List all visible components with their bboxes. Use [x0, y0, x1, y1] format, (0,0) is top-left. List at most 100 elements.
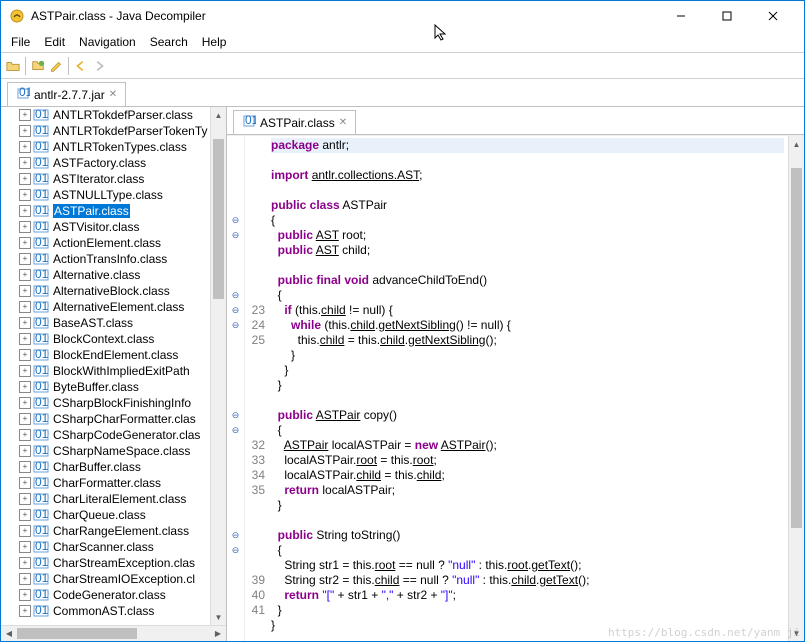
expand-icon[interactable]: +	[19, 381, 31, 393]
tree-item[interactable]: +010CharStreamIOException.cl	[1, 571, 210, 587]
expand-icon[interactable]: +	[19, 573, 31, 585]
code-line[interactable]: localASTPair.root = this.root;	[271, 453, 784, 468]
code-line[interactable]: return localASTPair;	[271, 483, 784, 498]
expand-icon[interactable]: +	[19, 365, 31, 377]
expand-icon[interactable]: +	[19, 509, 31, 521]
tab-jar[interactable]: 010 antlr-2.7.7.jar ✕	[7, 82, 126, 106]
expand-icon[interactable]: +	[19, 461, 31, 473]
code-line[interactable]: this.child = this.child.getNextSibling()…	[271, 333, 784, 348]
code-line[interactable]: }	[271, 603, 784, 618]
tree-item[interactable]: +010CharFormatter.class	[1, 475, 210, 491]
maximize-button[interactable]	[704, 1, 750, 31]
tree-item[interactable]: +010ByteBuffer.class	[1, 379, 210, 395]
scroll-down-arrow-icon[interactable]: ▼	[211, 609, 226, 625]
scroll-up-arrow-icon[interactable]: ▲	[789, 136, 804, 152]
expand-icon[interactable]: +	[19, 557, 31, 569]
close-icon[interactable]: ✕	[109, 89, 117, 100]
tree-item[interactable]: +010CharStreamException.clas	[1, 555, 210, 571]
tree-item[interactable]: +010ASTVisitor.class	[1, 219, 210, 235]
expand-icon[interactable]: +	[19, 429, 31, 441]
expand-icon[interactable]: +	[19, 301, 31, 313]
code-line[interactable]: if (this.child != null) {	[271, 303, 784, 318]
expand-icon[interactable]: +	[19, 525, 31, 537]
close-button[interactable]	[750, 1, 796, 31]
code-line[interactable]: }	[271, 348, 784, 363]
tree-scrollbar-h[interactable]: ◀ ▶	[1, 625, 226, 641]
expand-icon[interactable]: +	[19, 237, 31, 249]
tree-item[interactable]: +010CharLiteralElement.class	[1, 491, 210, 507]
tree-scrollbar-v[interactable]: ▲ ▼	[210, 107, 226, 625]
minimize-button[interactable]	[658, 1, 704, 31]
tree-item[interactable]: +010CSharpCharFormatter.clas	[1, 411, 210, 427]
expand-icon[interactable]: +	[19, 173, 31, 185]
expand-icon[interactable]: +	[19, 541, 31, 553]
tree-item[interactable]: +010CommonAST.class	[1, 603, 210, 619]
tree-item[interactable]: +010AlternativeElement.class	[1, 299, 210, 315]
expand-icon[interactable]: +	[19, 477, 31, 489]
tree-item[interactable]: +010CSharpCodeGenerator.clas	[1, 427, 210, 443]
tree-item[interactable]: +010BaseAST.class	[1, 315, 210, 331]
code-line[interactable]: {	[271, 213, 784, 228]
tab-editor-file[interactable]: 010 ASTPair.class ✕	[233, 110, 356, 134]
code-line[interactable]: public String toString()	[271, 528, 784, 543]
scroll-thumb-h[interactable]	[17, 628, 137, 639]
expand-icon[interactable]: +	[19, 125, 31, 137]
scroll-thumb[interactable]	[213, 139, 224, 299]
expand-icon[interactable]: +	[19, 205, 31, 217]
expand-icon[interactable]: +	[19, 157, 31, 169]
fold-gutter[interactable]: ⊖⊖⊖⊖⊖⊖⊖⊖⊖	[227, 136, 245, 641]
code-line[interactable]: return "[" + str1 + "," + str2 + "]";	[271, 588, 784, 603]
menu-navigation[interactable]: Navigation	[73, 33, 142, 51]
tree-item[interactable]: +010ActionTransInfo.class	[1, 251, 210, 267]
code-line[interactable]: {	[271, 288, 784, 303]
tree-item[interactable]: +010ActionElement.class	[1, 235, 210, 251]
expand-icon[interactable]: +	[19, 605, 31, 617]
code-line[interactable]: public ASTPair copy()	[271, 408, 784, 423]
editor-scrollbar-v[interactable]: ▲ ▼	[788, 136, 804, 641]
code-line[interactable]: public AST child;	[271, 243, 784, 258]
expand-icon[interactable]: +	[19, 253, 31, 265]
code-line[interactable]	[271, 393, 784, 408]
expand-icon[interactable]: +	[19, 397, 31, 409]
expand-icon[interactable]: +	[19, 493, 31, 505]
tree-item[interactable]: +010BlockContext.class	[1, 331, 210, 347]
code-line[interactable]: ASTPair localASTPair = new ASTPair();	[271, 438, 784, 453]
expand-icon[interactable]: +	[19, 285, 31, 297]
code-line[interactable]: }	[271, 378, 784, 393]
menu-help[interactable]: Help	[196, 33, 233, 51]
code-line[interactable]: String str2 = this.child == null ? "null…	[271, 573, 784, 588]
code-line[interactable]: while (this.child.getNextSibling() != nu…	[271, 318, 784, 333]
code-line[interactable]: }	[271, 498, 784, 513]
expand-icon[interactable]: +	[19, 349, 31, 361]
code-line[interactable]: }	[271, 363, 784, 378]
menu-edit[interactable]: Edit	[38, 33, 71, 51]
tree-item[interactable]: +010ASTNULLType.class	[1, 187, 210, 203]
tree-item[interactable]: +010CharBuffer.class	[1, 459, 210, 475]
code-line[interactable]	[271, 513, 784, 528]
tree-item[interactable]: +010CharQueue.class	[1, 507, 210, 523]
code-line[interactable]	[271, 258, 784, 273]
code-line[interactable]: String str1 = this.root == null ? "null"…	[271, 558, 784, 573]
scroll-thumb[interactable]	[791, 168, 802, 528]
expand-icon[interactable]: +	[19, 141, 31, 153]
tree-item[interactable]: +010CharScanner.class	[1, 539, 210, 555]
scroll-right-arrow-icon[interactable]: ▶	[210, 626, 226, 641]
code-line[interactable]: localASTPair.child = this.child;	[271, 468, 784, 483]
tree-item[interactable]: +010ASTPair.class	[1, 203, 210, 219]
open-folder-icon[interactable]	[5, 58, 21, 74]
new-file-icon[interactable]	[30, 58, 46, 74]
expand-icon[interactable]: +	[19, 221, 31, 233]
expand-icon[interactable]: +	[19, 445, 31, 457]
tree-item[interactable]: +010ANTLRTokenTypes.class	[1, 139, 210, 155]
code-line[interactable]: {	[271, 423, 784, 438]
tree-item[interactable]: +010ASTIterator.class	[1, 171, 210, 187]
tree-item[interactable]: +010ANTLRTokdefParserTokenTy	[1, 123, 210, 139]
menu-search[interactable]: Search	[144, 33, 194, 51]
scroll-left-arrow-icon[interactable]: ◀	[1, 626, 17, 641]
expand-icon[interactable]: +	[19, 109, 31, 121]
code-area[interactable]: package antlr; import antlr.collections.…	[267, 136, 788, 641]
tree-view[interactable]: +010ANTLRTokdefParser.class+010ANTLRTokd…	[1, 107, 210, 625]
tree-item[interactable]: +010CodeGenerator.class	[1, 587, 210, 603]
code-line[interactable]: public class ASTPair	[271, 198, 784, 213]
code-line[interactable]	[271, 153, 784, 168]
